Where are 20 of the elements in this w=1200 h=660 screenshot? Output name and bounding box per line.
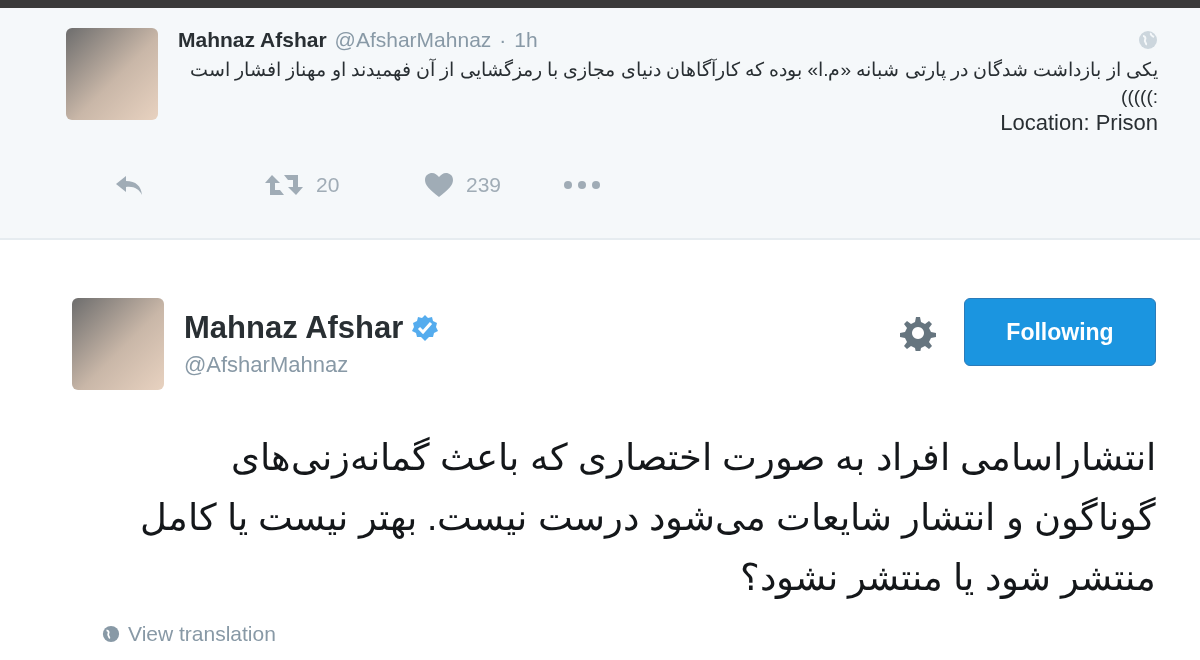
retweet-icon[interactable] bbox=[264, 173, 304, 197]
location-text: Location: Prison bbox=[1000, 110, 1158, 135]
globe-icon bbox=[1138, 30, 1158, 50]
tweet-text: یکی از بازداشت شدگان در پارتی شبانه «م.ا» بوده که کارآگاهان دنیای مجازی با رمزگشایی از آن فهمیدند او مهناز افشار است :))))) bbox=[188, 57, 1158, 109]
like-count: 239 bbox=[466, 173, 502, 197]
globe-icon bbox=[102, 625, 120, 643]
heart-icon[interactable] bbox=[424, 172, 454, 198]
user-handle[interactable]: @AfsharMahnaz bbox=[334, 28, 492, 52]
following-button[interactable]: Following bbox=[964, 298, 1156, 366]
settings-icon[interactable] bbox=[900, 315, 936, 351]
more-icon[interactable] bbox=[564, 181, 600, 189]
user-name[interactable]: Mahnaz Afshar bbox=[178, 28, 327, 52]
user-name[interactable]: Mahnaz Afshar bbox=[184, 310, 404, 346]
user-handle[interactable]: @AfsharMahnaz bbox=[184, 352, 880, 378]
tweet-text: انتشاراسامی افراد به صورت اختصاری که باعث گمانه‌زنی‌های گوناگون و انتشار شایعات می‌شود درست نیست. بهتر نیست یا کامل منتشر شود یا منتشر نشود؟ bbox=[138, 436, 1156, 601]
view-translation-link[interactable]: View translation bbox=[102, 622, 276, 646]
reply-icon[interactable] bbox=[114, 174, 144, 196]
separator: · bbox=[499, 28, 507, 52]
tweet-time[interactable]: 1h bbox=[514, 28, 538, 52]
retweet-count: 20 bbox=[316, 173, 340, 197]
